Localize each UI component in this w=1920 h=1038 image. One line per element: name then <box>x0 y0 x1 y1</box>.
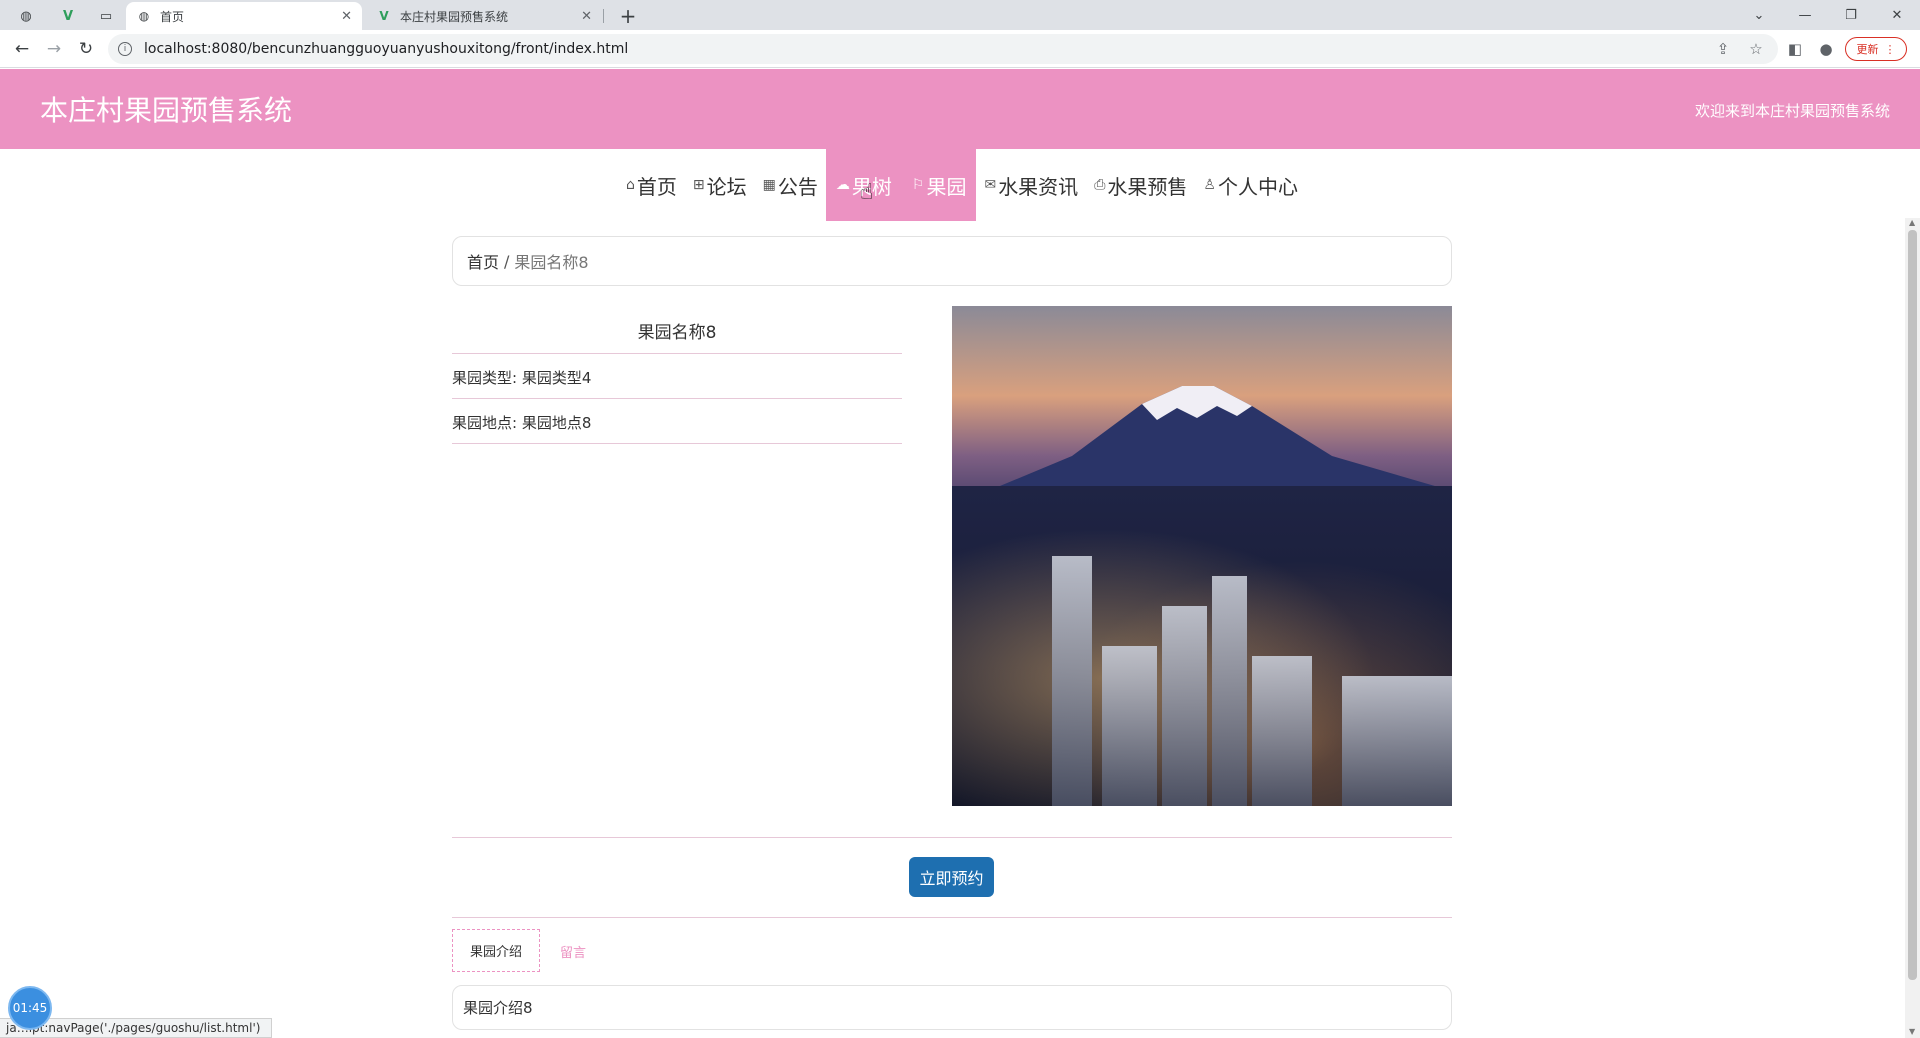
mail-icon: ✉ <box>984 177 997 193</box>
nav-label: 水果资讯 <box>998 174 1079 199</box>
minimize-button[interactable]: — <box>1782 0 1828 30</box>
breadcrumb-separator: / <box>504 251 510 271</box>
update-label: 更新 <box>1856 43 1879 56</box>
nav-label: 首页 <box>636 174 677 199</box>
orchard-location-field: 果园地点: 果园地点8 <box>452 414 592 432</box>
tab-title: 首页 <box>160 9 185 24</box>
divider <box>452 917 1452 918</box>
nav-label: 果园 <box>926 174 967 199</box>
recording-timer: 01:45 <box>8 986 52 1030</box>
forward-button[interactable]: → <box>40 35 68 63</box>
nav-item-fruit-presale[interactable]: ⎙ 水果预售 <box>1086 149 1195 221</box>
update-button[interactable]: 更新 ⋮ <box>1845 37 1907 61</box>
pinned-tab-globe-icon[interactable]: ◍ <box>8 2 44 30</box>
pinned-tab-blank-icon[interactable]: ▭ <box>88 2 124 30</box>
divider <box>452 353 902 354</box>
new-tab-button[interactable]: + <box>614 2 642 30</box>
nav-label: 水果预售 <box>1107 174 1188 199</box>
more-vert-icon: ⋮ <box>1884 42 1896 56</box>
nav-item-fruit-news[interactable]: ✉ 水果资讯 <box>976 149 1086 221</box>
orchard-name-title: 果园名称8 <box>637 323 717 343</box>
building-shape <box>1342 676 1452 806</box>
bookmark-star-icon[interactable]: ☆ <box>1742 35 1770 63</box>
nav-label: 个人中心 <box>1217 174 1298 199</box>
breadcrumb-home-link[interactable]: 首页 <box>467 249 499 273</box>
printer-icon: ⎙ <box>1094 177 1106 193</box>
url-text: localhost:8080/bencunzhuangguoyuanyushou… <box>144 41 629 57</box>
restore-button[interactable]: ❐ <box>1828 0 1874 30</box>
scrollbar-thumb[interactable] <box>1908 230 1917 980</box>
tab-search-icon[interactable]: ⌄ <box>1736 0 1782 30</box>
forum-icon: ⊞ <box>692 177 705 193</box>
main-nav: ⌂ 首页 ⊞ 论坛 ▦ 公告 ☁ 果树 ⚐ 果园 ✉ 水果资讯 ⎙ 水果预售 ♙… <box>0 149 1920 221</box>
hand-cursor-icon: ☝ <box>860 180 874 205</box>
profile-icon[interactable]: ● <box>1812 35 1840 63</box>
tab-orchard-intro[interactable]: 果园介绍 <box>452 929 540 972</box>
pinned-tab-vue-icon[interactable]: V <box>50 2 86 30</box>
info-icon[interactable]: i <box>118 42 132 56</box>
page-scrollbar[interactable]: ▲ ▼ <box>1905 218 1920 1038</box>
nav-item-notice[interactable]: ▦ 公告 <box>755 149 826 221</box>
tab-divider <box>603 9 604 23</box>
tab-title: 本庄村果园预售系统 <box>400 9 509 24</box>
scroll-down-icon[interactable]: ▼ <box>1909 1027 1915 1036</box>
building-shape <box>1102 646 1157 806</box>
reserve-now-button[interactable]: 立即预约 <box>909 857 994 897</box>
nav-item-home[interactable]: ⌂ 首页 <box>618 149 685 221</box>
building-shape <box>1162 606 1207 806</box>
breadcrumb-current: 果园名称8 <box>514 253 589 272</box>
welcome-text: 欢迎来到本庄村果园预售系统 <box>1694 102 1890 120</box>
nav-item-forum[interactable]: ⊞ 论坛 <box>685 149 755 221</box>
globe-icon: ◍ <box>138 9 150 23</box>
building-shape <box>1212 576 1247 806</box>
divider <box>452 443 902 444</box>
side-panel-icon[interactable]: ◧ <box>1781 35 1809 63</box>
flag-icon: ⚐ <box>911 177 925 193</box>
site-title: 本庄村果园预售系统 <box>40 94 293 127</box>
back-button[interactable]: ← <box>8 35 36 63</box>
divider <box>452 398 902 399</box>
nav-label: 公告 <box>777 174 818 199</box>
orchard-photo <box>952 306 1452 806</box>
divider <box>452 837 1452 838</box>
close-icon[interactable]: ✕ <box>581 9 592 24</box>
address-bar[interactable]: i localhost:8080/bencunzhuangguoyuanyush… <box>108 34 1778 64</box>
user-icon: ♙ <box>1203 177 1216 193</box>
browser-tab[interactable]: V 本庄村果园预售系统 ✕ <box>366 2 602 30</box>
home-icon: ⌂ <box>626 177 635 193</box>
browser-tab-active[interactable]: ◍ 首页 ✕ <box>126 2 362 30</box>
orchard-type-field: 果园类型: 果园类型4 <box>452 369 592 387</box>
breadcrumb: 首页 / 果园名称8 <box>452 236 1452 286</box>
scroll-up-icon[interactable]: ▲ <box>1909 218 1915 227</box>
building-shape <box>1252 656 1312 806</box>
notice-icon: ▦ <box>762 177 776 193</box>
close-icon[interactable]: ✕ <box>341 9 352 24</box>
nav-item-personal-center[interactable]: ♙ 个人中心 <box>1195 149 1306 221</box>
nav-item-orchard[interactable]: ⚐ 果园 <box>901 149 977 221</box>
reload-button[interactable]: ↻ <box>72 35 100 63</box>
share-icon[interactable]: ⇪ <box>1709 35 1737 63</box>
site-header: 本庄村果园预售系统 欢迎来到本庄村果园预售系统 <box>0 69 1920 149</box>
browser-toolbar: ← → ↻ i localhost:8080/bencunzhuangguoyu… <box>0 30 1920 68</box>
nav-label: 论坛 <box>706 174 747 199</box>
tree-icon: ☁ <box>835 177 850 193</box>
building-shape <box>1052 556 1092 806</box>
browser-tab-strip: ◍ V ▭ ◍ 首页 ✕ V 本庄村果园预售系统 ✕ + ⌄ — ❐ ✕ <box>0 0 1920 30</box>
tab-message[interactable]: 留言 <box>560 942 586 961</box>
vue-icon: V <box>379 9 389 23</box>
orchard-intro-content: 果园介绍8 <box>452 985 1452 1030</box>
window-close-button[interactable]: ✕ <box>1874 0 1920 30</box>
